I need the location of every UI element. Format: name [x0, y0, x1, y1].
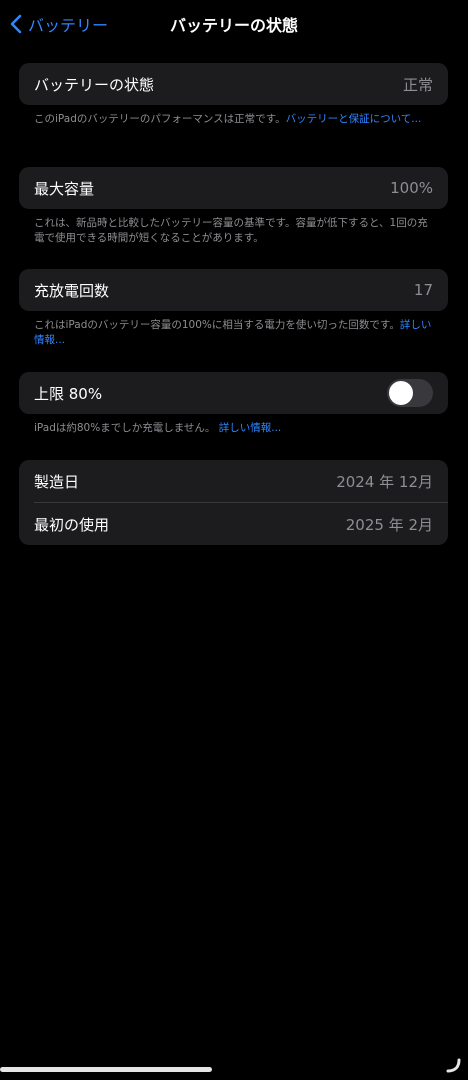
cycle-count-card: 充放電回数 17 [19, 269, 448, 311]
corner-gesture-icon [446, 1058, 461, 1073]
max-capacity-card: 最大容量 100% [19, 167, 448, 209]
charge-limit-row: 上限 80% [19, 372, 448, 414]
max-capacity-label: 最大容量 [34, 179, 95, 198]
battery-health-label: バッテリーの状態 [34, 75, 155, 94]
manufacture-date-value: 2024 年 12月 [336, 472, 433, 491]
cycle-count-footnote: これはiPadのバッテリー容量の100%に相当する電力を使い切った回数です。詳し… [34, 318, 436, 348]
page-title: バッテリーの状態 [169, 16, 298, 35]
dates-card: 製造日 2024 年 12月 最初の使用 2025 年 2月 [19, 460, 448, 545]
battery-health-footnote-text: このiPadのバッテリーのパフォーマンスは正常です。 [34, 113, 286, 125]
charge-limit-toggle[interactable] [387, 379, 433, 407]
charge-limit-card: 上限 80% [19, 372, 448, 414]
battery-health-footnote: このiPadのバッテリーのパフォーマンスは正常です。バッテリーと保証について..… [34, 112, 436, 127]
navigation-bar: バッテリー バッテリーの状態 [0, 0, 468, 48]
battery-health-value: 正常 [402, 75, 433, 94]
cycle-count-row: 充放電回数 17 [19, 269, 448, 311]
max-capacity-row: 最大容量 100% [19, 167, 448, 209]
charge-limit-label: 上限 80% [34, 384, 103, 403]
max-capacity-footnote-text: これは、新品時と比較したバッテリー容量の基準です。容量が低下すると、1回の充電で… [34, 217, 428, 244]
toggle-knob [389, 381, 413, 405]
max-capacity-footnote: これは、新品時と比較したバッテリー容量の基準です。容量が低下すると、1回の充電で… [34, 216, 436, 246]
max-capacity-value: 100% [390, 179, 433, 197]
charge-limit-more-info-link[interactable]: 詳しい情報... [219, 422, 282, 434]
charge-limit-footnote: iPadは約80%までしか充電しません。 詳しい情報... [34, 421, 436, 436]
first-use-label: 最初の使用 [34, 515, 110, 534]
cycle-count-label: 充放電回数 [34, 281, 110, 300]
battery-health-card: バッテリーの状態 正常 [19, 63, 448, 105]
manufacture-date-row: 製造日 2024 年 12月 [19, 460, 448, 502]
cycle-count-value: 17 [413, 281, 433, 299]
battery-warranty-link[interactable]: バッテリーと保証について... [286, 113, 422, 125]
first-use-value: 2025 年 2月 [345, 515, 433, 534]
manufacture-date-label: 製造日 [34, 472, 80, 491]
home-indicator[interactable] [0, 1067, 212, 1072]
charge-limit-footnote-text: iPadは約80%までしか充電しません。 [34, 422, 216, 434]
cycle-count-footnote-text: これはiPadのバッテリー容量の100%に相当する電力を使い切った回数です。 [34, 319, 400, 331]
first-use-row: 最初の使用 2025 年 2月 [19, 503, 448, 545]
battery-health-row[interactable]: バッテリーの状態 正常 [19, 63, 448, 105]
